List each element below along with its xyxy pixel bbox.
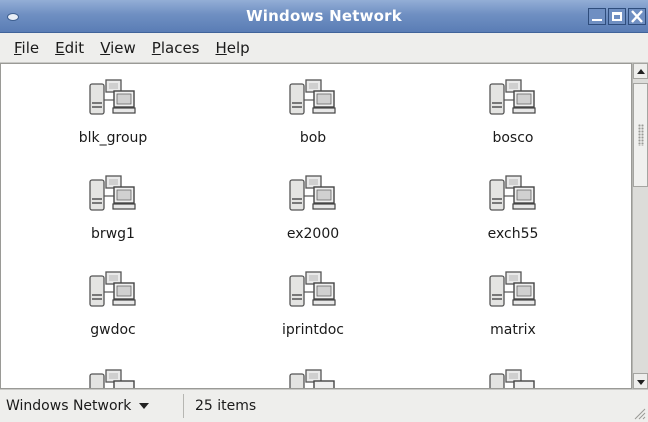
network-workgroup-icon <box>489 271 536 307</box>
scroll-up-arrow-icon[interactable] <box>633 63 648 79</box>
workgroup-item[interactable]: blk_group <box>23 78 203 146</box>
network-workgroup-icon <box>289 369 335 388</box>
workgroup-item[interactable] <box>423 368 603 388</box>
menu-file[interactable]: File <box>6 39 47 57</box>
menu-edit-label: dit <box>64 38 85 57</box>
vertical-scrollbar[interactable] <box>632 63 648 389</box>
workgroup-label: blk_group <box>78 130 148 146</box>
menu-view-mnemonic: V <box>100 38 111 57</box>
status-bar: Windows Network 25 items <box>0 389 648 422</box>
minimize-button[interactable] <box>588 8 606 25</box>
resize-grip-icon[interactable] <box>632 406 646 420</box>
workgroup-item[interactable]: bob <box>223 78 403 146</box>
workgroup-item[interactable] <box>23 368 203 388</box>
workgroup-item[interactable]: iprintdoc <box>223 270 403 338</box>
network-workgroup-icon <box>289 271 336 307</box>
workgroup-label: brwg1 <box>91 226 135 242</box>
network-workgroup-icon <box>89 79 136 115</box>
location-label: Windows Network <box>6 398 132 414</box>
network-workgroup-icon <box>489 175 536 211</box>
network-workgroup-icon <box>289 79 336 115</box>
window-controls <box>588 8 646 25</box>
network-workgroup-icon <box>89 271 136 307</box>
menu-help-label: elp <box>226 38 250 57</box>
workgroup-item[interactable]: exch55 <box>423 174 603 242</box>
workgroup-label: ex2000 <box>286 226 340 242</box>
workgroup-item[interactable]: brwg1 <box>23 174 203 242</box>
workgroup-item[interactable] <box>223 368 403 388</box>
menu-file-mnemonic: F <box>14 38 22 57</box>
file-icon-view[interactable]: blk_group bob bosco brwg1 ex2000 exch55 … <box>0 63 632 389</box>
workgroup-item[interactable]: gwdoc <box>23 270 203 338</box>
menu-places[interactable]: Places <box>144 39 208 57</box>
status-divider <box>183 394 184 418</box>
workgroup-label: exch55 <box>487 226 539 242</box>
workgroup-label: iprintdoc <box>282 322 344 338</box>
menu-places-mnemonic: P <box>151 38 161 57</box>
workgroup-item[interactable]: ex2000 <box>223 174 403 242</box>
menu-places-label: laces <box>160 38 200 57</box>
item-count: 25 items <box>195 398 257 414</box>
menu-file-label: ile <box>21 38 40 57</box>
window-title: Windows Network <box>246 7 402 25</box>
scrollbar-thumb[interactable] <box>633 83 648 187</box>
network-workgroup-icon <box>89 175 136 211</box>
workgroup-item[interactable]: matrix <box>423 270 603 338</box>
workgroup-label: gwdoc <box>90 322 136 338</box>
workgroup-label: bob <box>299 130 327 146</box>
workgroup-label: matrix <box>490 322 536 338</box>
menu-view[interactable]: View <box>92 39 144 57</box>
scrollbar-grip-icon <box>638 124 644 146</box>
network-workgroup-icon <box>489 79 536 115</box>
menu-help-mnemonic: H <box>215 38 227 57</box>
maximize-button[interactable] <box>608 8 626 25</box>
dropdown-arrow-icon <box>139 403 150 409</box>
scroll-down-arrow-icon[interactable] <box>633 373 648 389</box>
network-workgroup-icon <box>89 369 135 388</box>
network-workgroup-icon <box>289 175 336 211</box>
network-workgroup-icon <box>489 369 535 388</box>
location-dropdown[interactable]: Windows Network <box>6 394 155 418</box>
close-icon <box>631 10 643 23</box>
menu-bar: File Edit View Places Help <box>0 33 648 63</box>
workgroup-label: bosco <box>492 130 534 146</box>
menu-help[interactable]: Help <box>208 39 258 57</box>
title-bar[interactable]: Windows Network <box>0 0 648 33</box>
menu-view-label: iew <box>110 38 136 57</box>
menu-edit[interactable]: Edit <box>47 39 92 57</box>
close-button[interactable] <box>628 8 646 25</box>
workgroup-item[interactable]: bosco <box>423 78 603 146</box>
menu-edit-mnemonic: E <box>55 38 65 57</box>
